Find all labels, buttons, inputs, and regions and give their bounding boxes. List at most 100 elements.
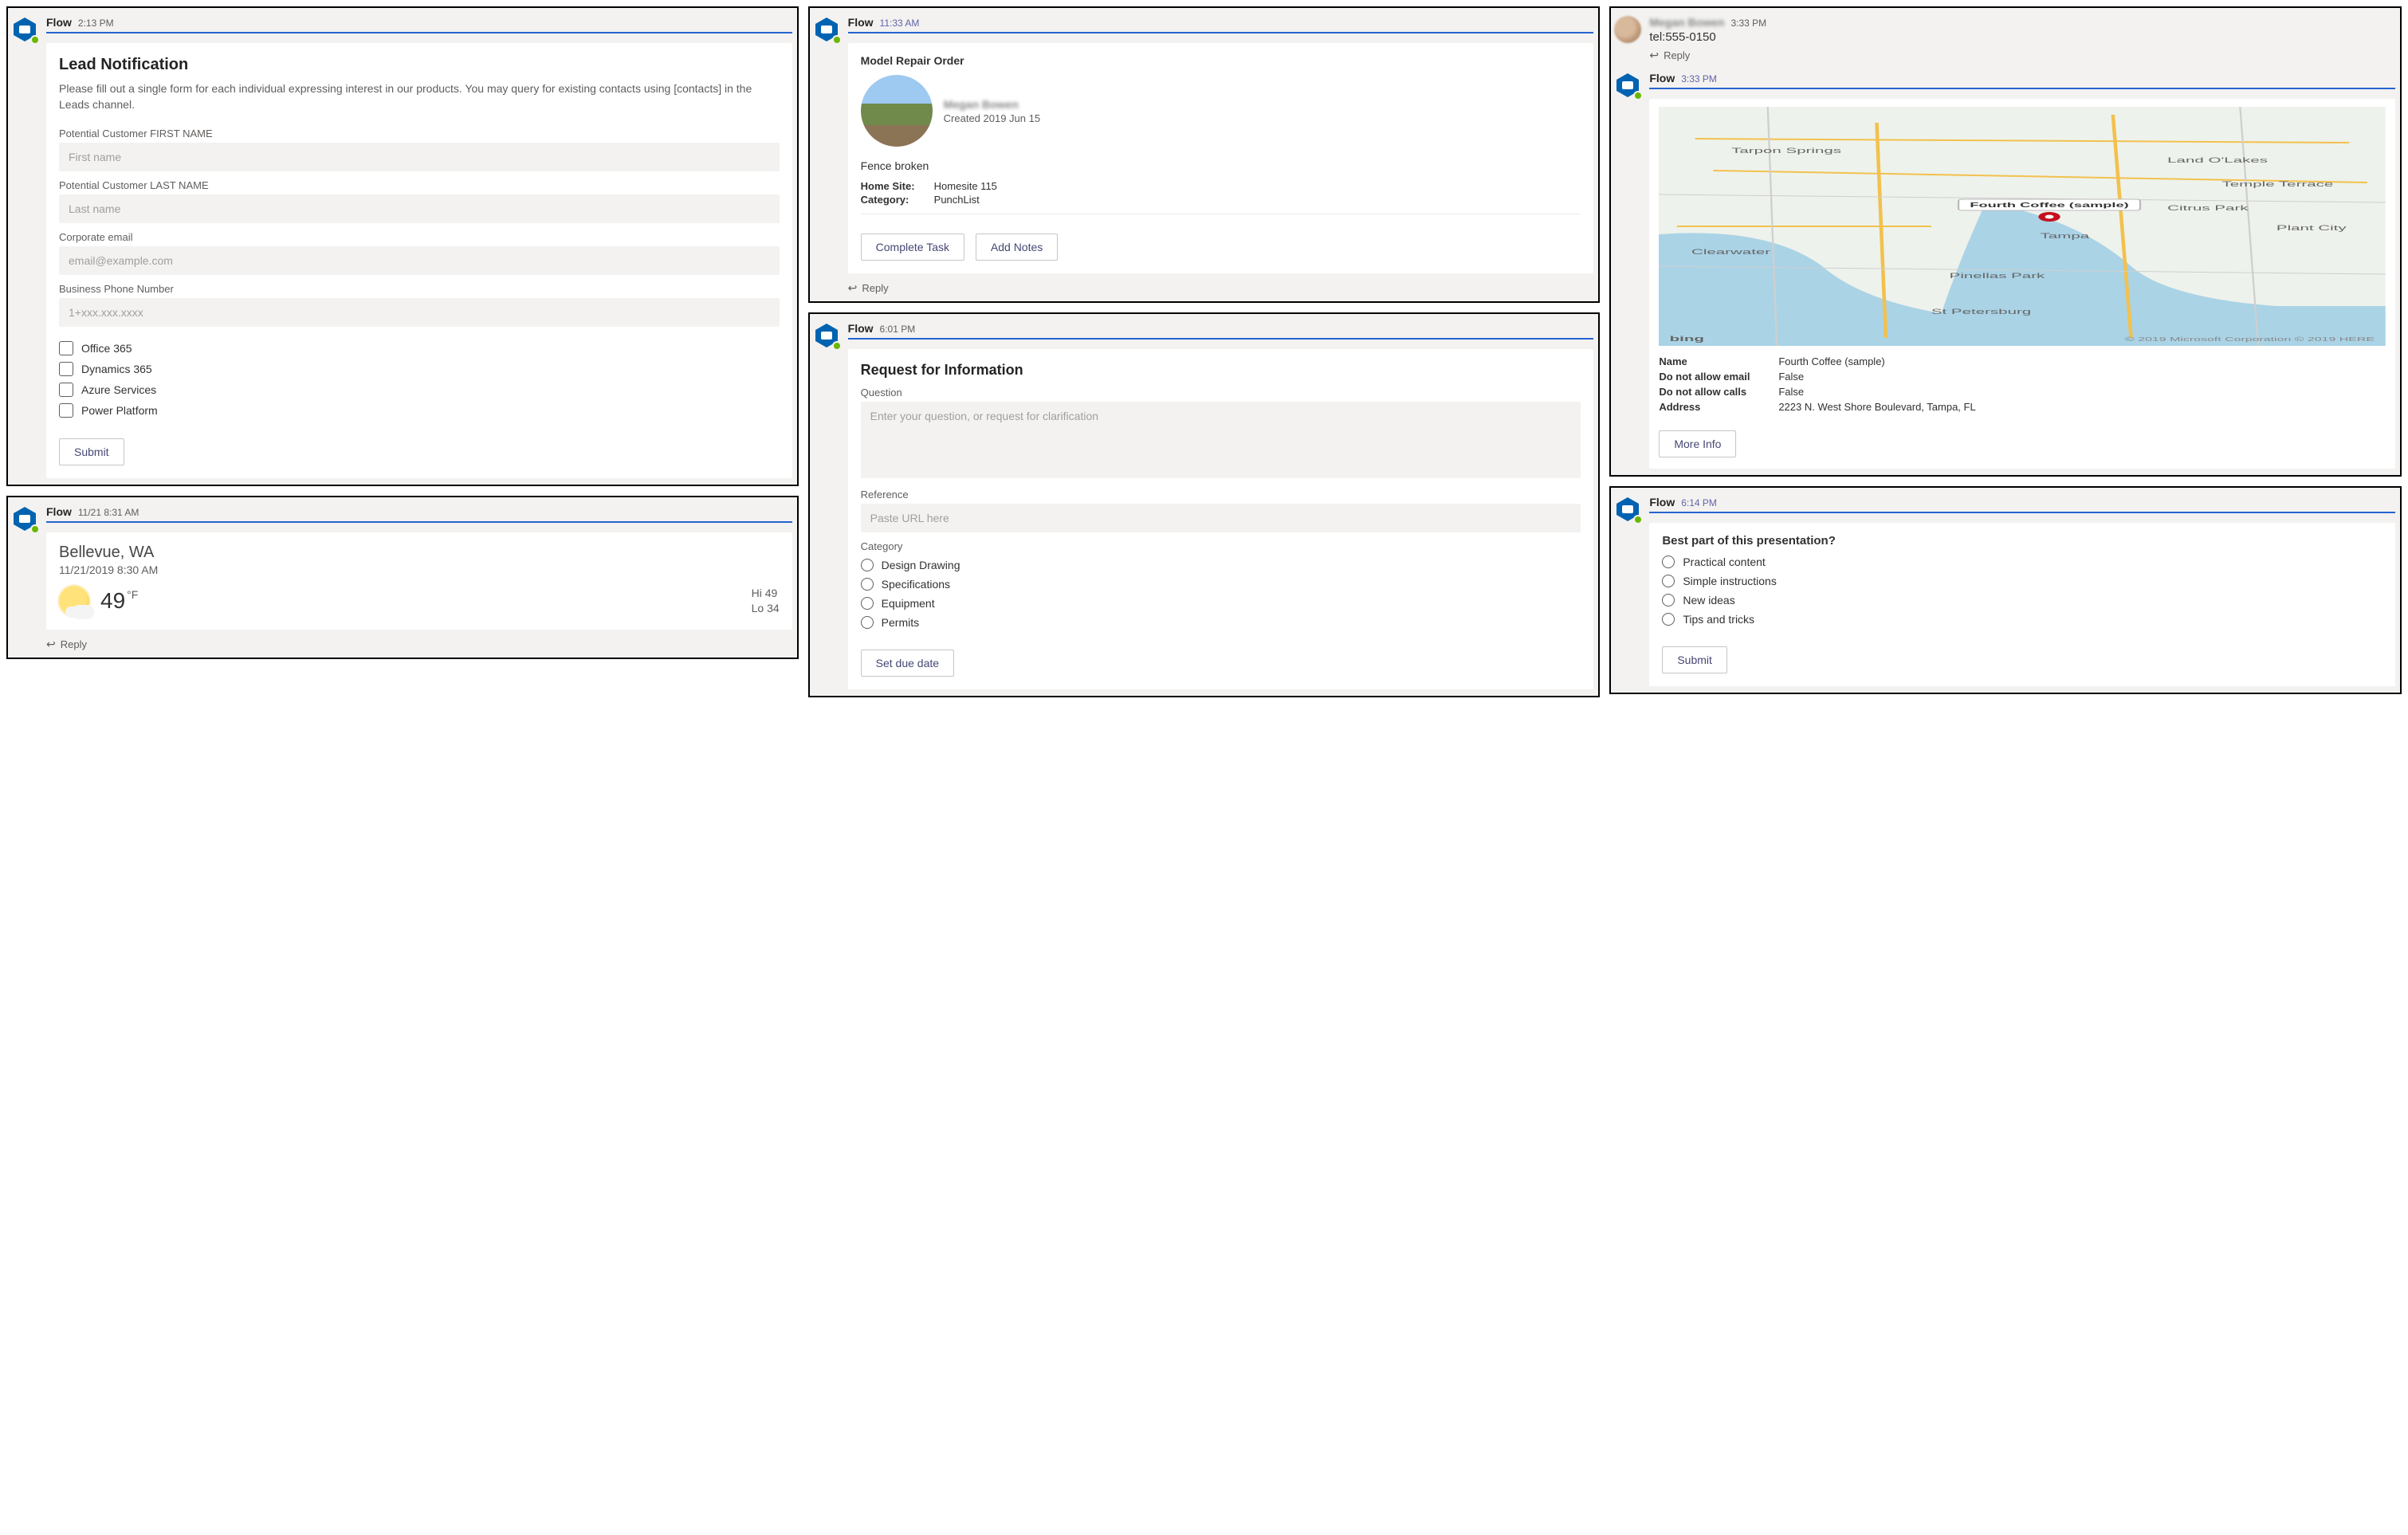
radio-row[interactable]: Design Drawing: [861, 559, 1581, 571]
poll-panel: Flow 6:14 PM Best part of this presentat…: [1609, 486, 2402, 694]
submit-button[interactable]: Submit: [59, 438, 124, 465]
checkbox-row[interactable]: Office 365: [59, 341, 780, 355]
presence-available-icon: [1633, 91, 1643, 100]
checkbox-icon[interactable]: [59, 362, 73, 376]
name-value: Fourth Coffee (sample): [1778, 355, 1884, 367]
radio-row[interactable]: Simple instructions: [1662, 575, 2382, 587]
radio-row[interactable]: Practical content: [1662, 556, 2382, 568]
reply-button[interactable]: Reply: [46, 638, 87, 651]
radio-icon[interactable]: [1662, 594, 1675, 607]
checkbox-label: Power Platform: [81, 404, 158, 417]
homesite-key: Home Site:: [861, 180, 928, 192]
created-date: Created 2019 Jun 15: [944, 112, 1040, 124]
flow-icon: [1614, 72, 1641, 99]
issue-text: Fence broken: [861, 159, 1581, 172]
timestamp: 11/21 8:31 AM: [78, 507, 139, 518]
flow-icon: [11, 505, 38, 532]
presence-available-icon: [832, 341, 842, 351]
field-label: Category: [861, 540, 1581, 552]
checkbox-icon[interactable]: [59, 383, 73, 397]
weather-sunny-cloud-icon: [59, 586, 89, 616]
radio-label: Specifications: [882, 578, 950, 591]
allow-email-value: False: [1778, 371, 1804, 383]
sender-label: Flow: [848, 322, 874, 335]
repair-order-panel: Flow 11:33 AM Model Repair Order Megan B…: [808, 6, 1601, 303]
radio-icon[interactable]: [1662, 575, 1675, 587]
svg-text:© 2019 Microsoft Corporation ©: © 2019 Microsoft Corporation © 2019 HERE: [2125, 336, 2375, 343]
field-label: Potential Customer FIRST NAME: [59, 128, 780, 139]
svg-text:Tampa: Tampa: [2041, 233, 2090, 241]
flow-icon: [1614, 496, 1641, 523]
submit-button[interactable]: Submit: [1662, 646, 1727, 673]
lead-notification-panel: Flow 2:13 PM Lead Notification Please fi…: [6, 6, 799, 486]
question-textarea[interactable]: [861, 402, 1581, 478]
field-label: Corporate email: [59, 231, 780, 243]
radio-icon[interactable]: [861, 559, 874, 571]
set-due-date-button[interactable]: Set due date: [861, 650, 954, 677]
radio-icon[interactable]: [1662, 556, 1675, 568]
timestamp: 3:33 PM: [1681, 73, 1717, 84]
radio-icon[interactable]: [861, 597, 874, 610]
map-pin-label: Fourth Coffee (sample): [1970, 202, 2129, 209]
sender-label: Flow: [1649, 72, 1675, 84]
radio-label: Equipment: [882, 597, 935, 610]
header-rule: [848, 32, 1594, 33]
presence-available-icon: [1633, 515, 1643, 524]
card-title: Lead Notification: [59, 56, 780, 74]
checkbox-row[interactable]: Azure Services: [59, 383, 780, 397]
checkbox-icon[interactable]: [59, 341, 73, 355]
allow-email-key: Do not allow email: [1659, 371, 1762, 383]
header-rule: [46, 32, 792, 33]
field-label: Business Phone Number: [59, 283, 780, 295]
radio-row[interactable]: Equipment: [861, 597, 1581, 610]
card-description: Please fill out a single form for each i…: [59, 80, 780, 113]
checkbox-row[interactable]: Power Platform: [59, 403, 780, 418]
complete-task-button[interactable]: Complete Task: [861, 234, 964, 261]
creator-name: Megan Bowen: [944, 98, 1040, 111]
field-label: Question: [861, 387, 1581, 398]
checkbox-label: Office 365: [81, 342, 132, 355]
flow-icon: [813, 322, 840, 349]
weather-datetime: 11/21/2019 8:30 AM: [59, 563, 780, 576]
checkbox-icon[interactable]: [59, 403, 73, 418]
address-value: 2223 N. West Shore Boulevard, Tampa, FL: [1778, 401, 1975, 413]
radio-label: Simple instructions: [1683, 575, 1777, 587]
header-rule: [1649, 88, 2395, 89]
radio-row[interactable]: Specifications: [861, 578, 1581, 591]
last-name-input[interactable]: [59, 194, 780, 223]
map-image[interactable]: Tarpon Springs Land O'Lakes Clearwater P…: [1659, 107, 2386, 346]
header-rule: [1649, 512, 2395, 513]
email-input[interactable]: [59, 246, 780, 275]
card-title: Request for Information: [861, 362, 1581, 379]
sender-label: Flow: [848, 16, 874, 29]
add-notes-button[interactable]: Add Notes: [976, 234, 1058, 261]
first-name-input[interactable]: [59, 143, 780, 171]
more-info-button[interactable]: More Info: [1659, 430, 1736, 457]
radio-row[interactable]: New ideas: [1662, 594, 2382, 607]
rfi-panel: Flow 6:01 PM Request for Information Que…: [808, 312, 1601, 697]
radio-label: Design Drawing: [882, 559, 960, 571]
reference-input[interactable]: [861, 504, 1581, 532]
sender-label: Flow: [46, 505, 72, 518]
radio-row[interactable]: Tips and tricks: [1662, 613, 2382, 626]
phone-input[interactable]: [59, 298, 780, 327]
svg-text:bing: bing: [1670, 336, 1704, 344]
reply-button[interactable]: Reply: [1649, 49, 1690, 62]
category-value: PunchList: [934, 194, 980, 206]
weather-panel: Flow 11/21 8:31 AM Bellevue, WA 11/21/20…: [6, 496, 799, 659]
radio-icon[interactable]: [1662, 613, 1675, 626]
reply-button[interactable]: Reply: [848, 281, 889, 295]
card-title: Model Repair Order: [861, 54, 1581, 67]
radio-label: Practical content: [1683, 556, 1766, 568]
checkbox-row[interactable]: Dynamics 365: [59, 362, 780, 376]
radio-icon[interactable]: [861, 578, 874, 591]
radio-icon[interactable]: [861, 616, 874, 629]
field-label: Reference: [861, 489, 1581, 501]
tel-link[interactable]: tel:555-0150: [1649, 30, 2395, 44]
svg-text:Tarpon Springs: Tarpon Springs: [1731, 147, 1841, 155]
svg-text:Clearwater: Clearwater: [1691, 249, 1771, 257]
field-label: Potential Customer LAST NAME: [59, 179, 780, 191]
radio-row[interactable]: Permits: [861, 616, 1581, 629]
radio-label: New ideas: [1683, 594, 1734, 607]
radio-label: Permits: [882, 616, 919, 629]
